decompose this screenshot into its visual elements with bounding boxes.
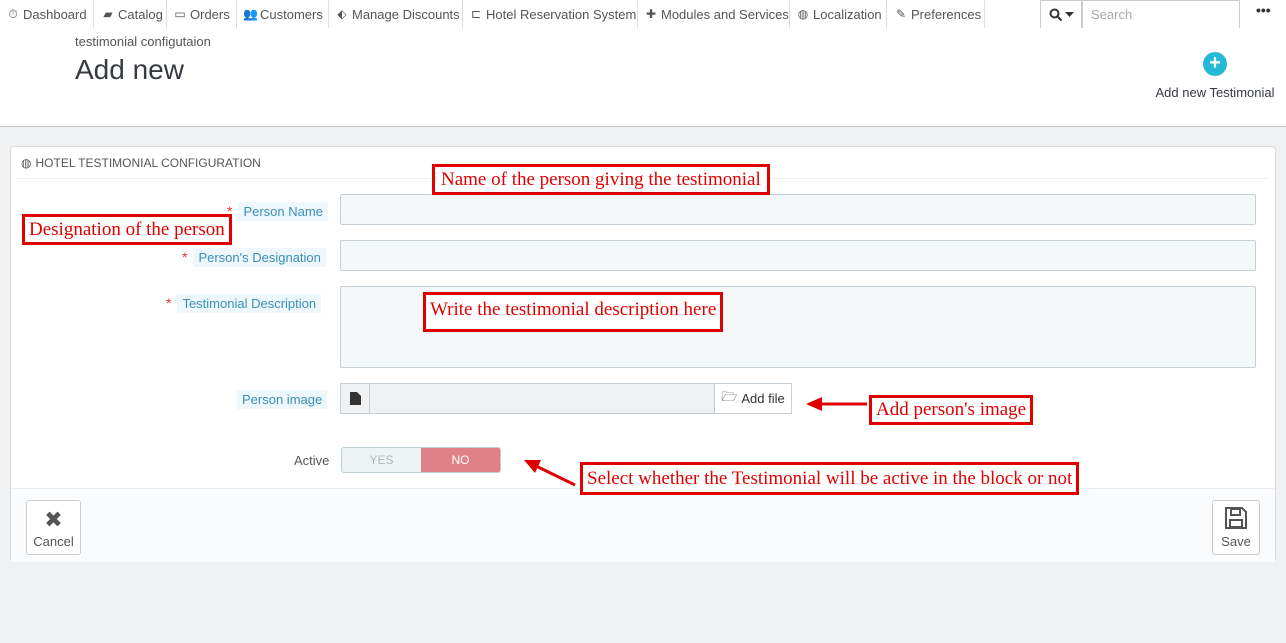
arrow-image <box>806 397 867 411</box>
annotation-arrows <box>524 397 867 487</box>
arrow-active <box>524 460 576 487</box>
